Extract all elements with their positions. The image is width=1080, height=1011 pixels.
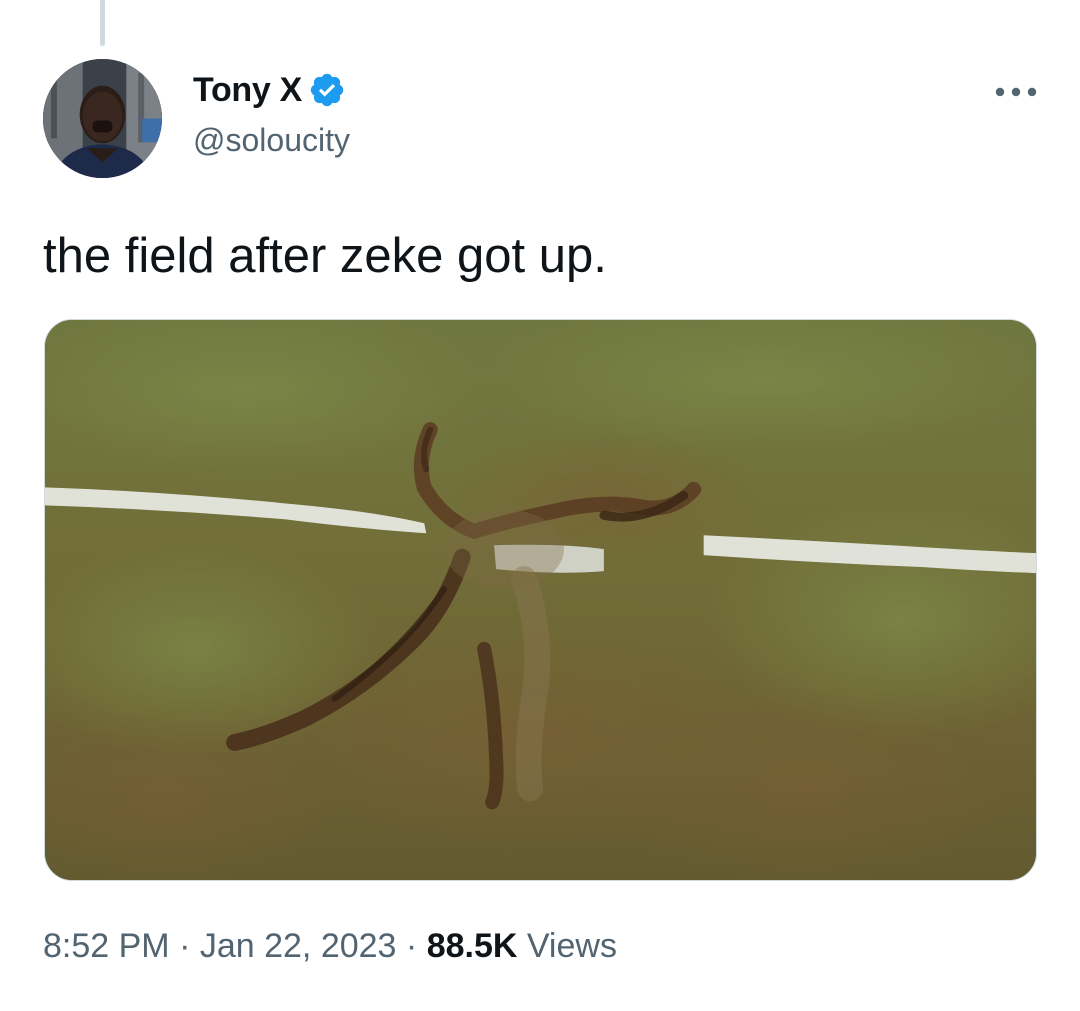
meta-separator: ·	[169, 927, 200, 965]
tweet-time[interactable]: 8:52 PM	[43, 927, 170, 965]
more-options-button[interactable]	[986, 74, 1046, 110]
tweet-photo[interactable]	[44, 319, 1037, 881]
tweet-text: the field after zeke got up.	[43, 229, 607, 283]
views-label: Views	[517, 927, 617, 965]
tweet-meta: 8:52 PM · Jan 22, 2023 · 88.5K Views	[43, 923, 617, 969]
verified-badge-icon[interactable]	[308, 71, 346, 109]
tweet-date[interactable]: Jan 22, 2023	[200, 927, 397, 965]
meta-separator: ·	[396, 927, 427, 965]
views-count[interactable]: 88.5K	[427, 927, 518, 965]
more-horizontal-icon	[995, 87, 1037, 97]
grass-field-image	[45, 320, 1036, 880]
author-name-row: Tony X	[193, 68, 346, 112]
avatar[interactable]	[43, 59, 162, 178]
author-display-name[interactable]: Tony X	[193, 68, 302, 112]
author-handle[interactable]: @soloucity	[193, 120, 350, 160]
thread-connector-line	[100, 0, 105, 46]
avatar-photo	[43, 59, 162, 178]
